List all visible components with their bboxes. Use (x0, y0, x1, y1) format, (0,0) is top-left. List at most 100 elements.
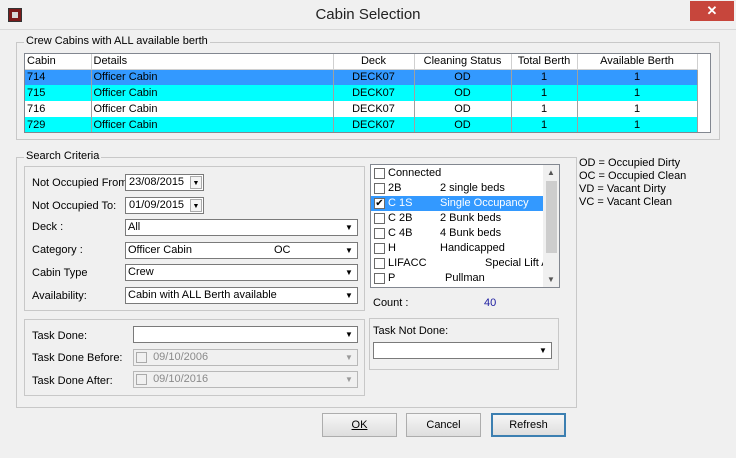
task-not-done-select[interactable]: ▼ (373, 342, 552, 359)
attribute-checkbox[interactable] (374, 168, 385, 179)
chevron-down-icon[interactable]: ▼ (342, 244, 356, 257)
category-select[interactable]: Officer Cabin OC ▼ (125, 242, 358, 259)
table-row[interactable]: 729 Officer Cabin DECK07 OD 1 1 (25, 117, 698, 132)
attribute-list-scrollbar[interactable]: ▲ ▼ (543, 165, 559, 287)
not-occupied-from-value: 23/08/2015 (129, 176, 185, 188)
cell-cleaning: OD (414, 69, 512, 85)
attribute-description: 2 single beds (440, 182, 505, 194)
attribute-checkbox[interactable] (374, 213, 385, 224)
cell-cleaning: OD (414, 101, 512, 117)
legend-oc: OC = Occupied Clean (579, 170, 687, 182)
legend-vc: VC = Vacant Clean (579, 196, 673, 208)
task-done-label: Task Done: (32, 330, 88, 342)
attribute-list-item[interactable]: C 4B 4 Bunk beds (371, 226, 543, 241)
not-occupied-from-date[interactable]: 23/08/2015 ▼ (125, 174, 204, 191)
search-criteria-label: Search Criteria (24, 150, 102, 162)
table-row[interactable]: 715 Officer Cabin DECK07 OD 1 1 (25, 85, 698, 101)
cancel-button-label: Cancel (426, 419, 461, 431)
col-cleaning-status[interactable]: Cleaning Status (414, 54, 512, 70)
attribute-code: H (388, 242, 396, 254)
table-row[interactable]: 714 Officer Cabin DECK07 OD 1 1 (25, 69, 698, 85)
attribute-checkbox[interactable] (374, 273, 385, 284)
attribute-list-item[interactable]: LIFACC Special Lift Acce (371, 256, 559, 271)
task-done-select[interactable]: ▼ (133, 326, 358, 343)
col-cabin[interactable]: Cabin (25, 54, 92, 70)
chevron-down-icon[interactable]: ▼ (190, 199, 202, 212)
attribute-checkbox[interactable] (374, 243, 385, 254)
attribute-code: P (388, 272, 396, 284)
category-code: OC (274, 244, 291, 256)
chevron-down-icon: ▼ (342, 373, 356, 386)
attribute-list[interactable]: Connected 2B 2 single beds ✔ C 1S Single Occu… (370, 164, 560, 288)
refresh-button-label: Refresh (509, 419, 548, 431)
attribute-list-item[interactable]: Connected (371, 166, 543, 181)
cell-deck: DECK07 (333, 85, 415, 101)
cabin-grid[interactable]: Cabin Details Deck Cleaning Status Total… (24, 53, 711, 133)
table-row[interactable]: 716 Officer Cabin DECK07 OD 1 1 (25, 101, 698, 117)
task-done-after-value: 09/10/2016 (153, 373, 209, 385)
attribute-list-item[interactable]: H Handicapped (371, 241, 543, 256)
ok-button[interactable]: OK (322, 413, 397, 437)
availability-value: Cabin with ALL Berth available (128, 289, 277, 301)
cell-cleaning: OD (414, 85, 512, 101)
refresh-button[interactable]: Refresh (491, 413, 566, 437)
attribute-checkbox[interactable]: ✔ (374, 198, 385, 209)
col-available-berth[interactable]: Available Berth (577, 54, 698, 70)
attribute-list-item[interactable]: P Pullman (371, 271, 543, 286)
chevron-down-icon[interactable]: ▼ (342, 221, 356, 234)
not-occupied-to-label: Not Occupied To: (32, 200, 117, 212)
chevron-down-icon[interactable]: ▼ (190, 176, 202, 189)
attribute-code: C 2B (388, 212, 413, 224)
attribute-list-item[interactable]: 2B 2 single beds (371, 181, 543, 196)
chevron-down-icon: ▼ (342, 351, 356, 364)
cell-cabin: 716 (25, 101, 92, 117)
cell-deck: DECK07 (333, 69, 415, 85)
cell-deck: DECK07 (333, 117, 415, 132)
chevron-down-icon[interactable]: ▼ (536, 344, 550, 357)
attribute-list-item[interactable]: ✔ C 1S Single Occupancy (371, 196, 543, 211)
cabin-table-header: Cabin Details Deck Cleaning Status Total… (25, 54, 698, 70)
cell-total: 1 (511, 117, 578, 132)
attribute-code: C 1S (388, 197, 413, 209)
close-icon[interactable]: ✕ (690, 1, 734, 21)
task-done-after-label: Task Done After: (32, 375, 113, 387)
cell-cabin: 715 (25, 85, 92, 101)
col-details[interactable]: Details (91, 54, 334, 70)
attribute-code: C 4B (388, 227, 413, 239)
availability-label: Availability: (32, 290, 87, 302)
category-value: Officer Cabin (128, 244, 192, 256)
attribute-description: 4 Bunk beds (440, 227, 502, 239)
task-done-after-date: 09/10/2016 ▼ (133, 371, 358, 388)
cabin-type-select[interactable]: Crew ▼ (125, 264, 358, 281)
attribute-checkbox[interactable] (374, 258, 385, 269)
attribute-code: LIFACC (388, 257, 427, 269)
not-occupied-to-date[interactable]: 01/09/2015 ▼ (125, 197, 204, 214)
chevron-down-icon[interactable]: ▼ (342, 289, 356, 302)
cell-deck: DECK07 (333, 101, 415, 117)
chevron-down-icon[interactable]: ▼ (342, 328, 356, 341)
legend-od: OD = Occupied Dirty (579, 157, 681, 169)
cancel-button[interactable]: Cancel (406, 413, 481, 437)
scroll-thumb[interactable] (546, 181, 557, 253)
count-value: 40 (484, 297, 497, 309)
attribute-description: Handicapped (440, 242, 505, 254)
cell-cleaning: OD (414, 117, 512, 132)
cell-available: 1 (577, 101, 698, 117)
scroll-down-icon[interactable]: ▼ (547, 275, 555, 284)
cell-cabin: 714 (25, 69, 92, 85)
attribute-code: Connected (388, 167, 442, 179)
attribute-checkbox[interactable] (374, 228, 385, 239)
col-total-berth[interactable]: Total Berth (511, 54, 578, 70)
cabin-type-value: Crew (128, 266, 154, 278)
col-deck[interactable]: Deck (333, 54, 415, 70)
deck-label: Deck : (32, 221, 64, 233)
deck-select[interactable]: All ▼ (125, 219, 358, 236)
cell-available: 1 (577, 85, 698, 101)
attribute-checkbox[interactable] (374, 183, 385, 194)
scroll-up-icon[interactable]: ▲ (547, 168, 555, 177)
cell-cabin: 729 (25, 117, 92, 132)
chevron-down-icon[interactable]: ▼ (342, 266, 356, 279)
attribute-list-item[interactable]: C 2B 2 Bunk beds (371, 211, 543, 226)
availability-select[interactable]: Cabin with ALL Berth available ▼ (125, 287, 358, 304)
attribute-description: Single Occupancy (440, 197, 529, 209)
